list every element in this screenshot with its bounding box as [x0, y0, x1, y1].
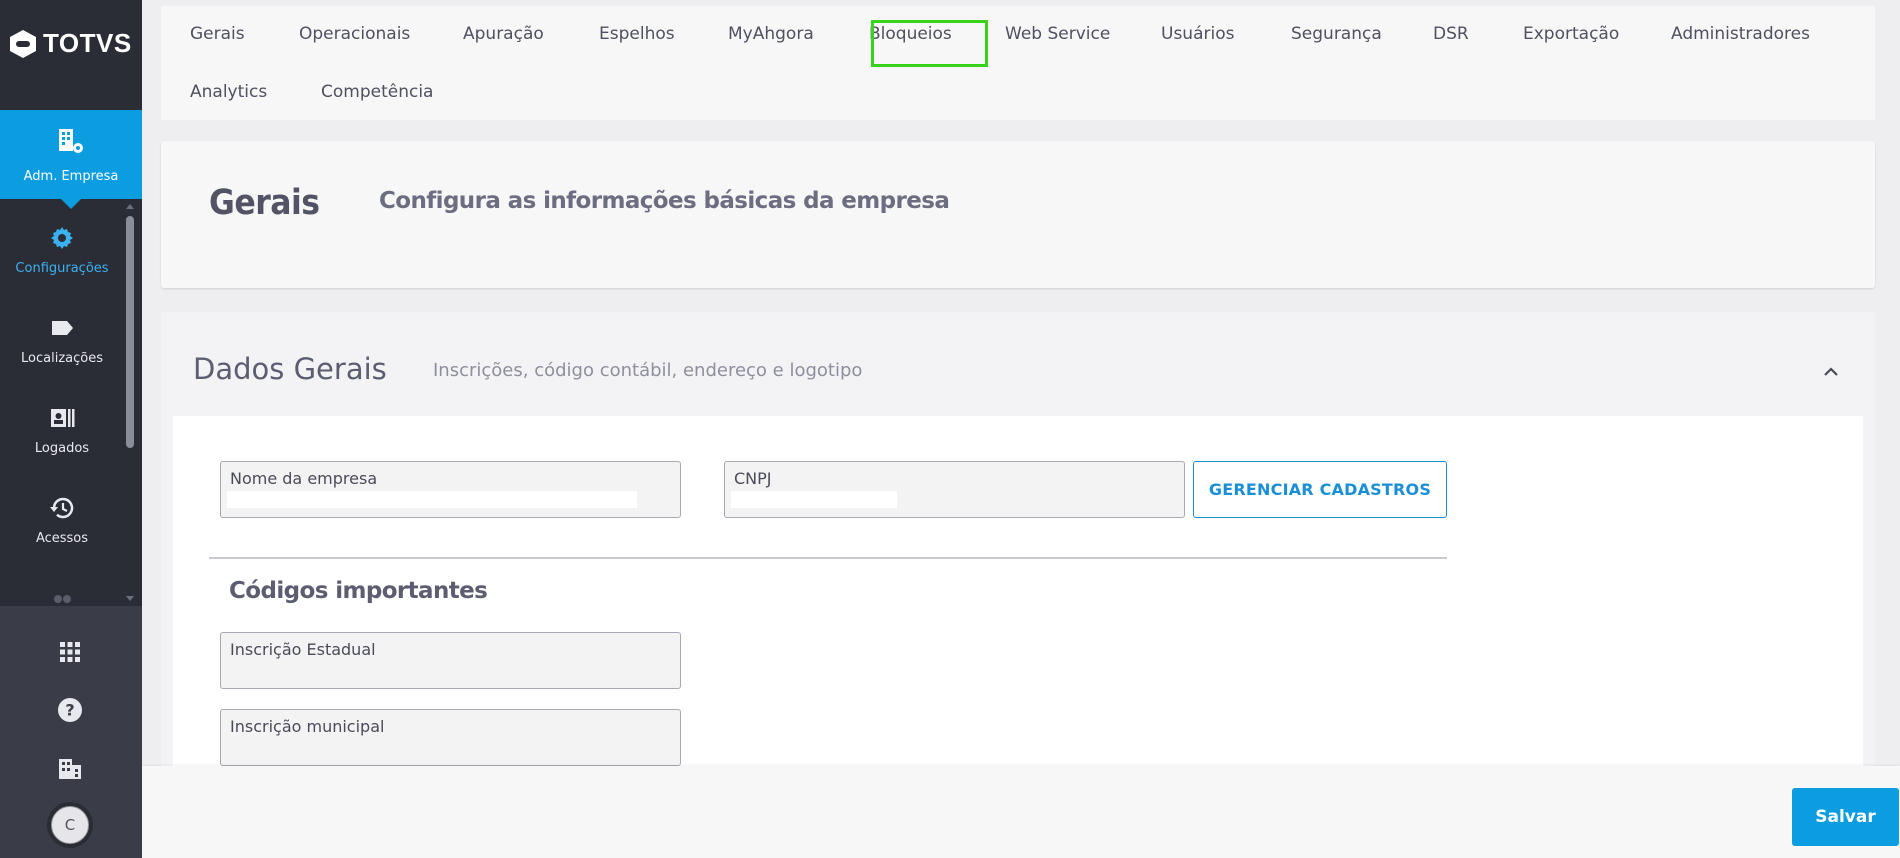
sidebar-item-users-partial[interactable]	[48, 590, 76, 604]
tab-exportacao[interactable]: Exportação	[1523, 24, 1619, 44]
sidebar-item-label: Localizações	[21, 351, 103, 366]
section-title: Dados Gerais	[193, 352, 387, 386]
page-header-card: Gerais Configura as informações básicas …	[161, 141, 1875, 288]
sidebar-item-logados[interactable]: Logados	[0, 404, 124, 456]
user-avatar[interactable]: C	[47, 802, 93, 848]
sidebar-item-localizacoes[interactable]: Localizações	[0, 314, 124, 366]
company-name-label: Nome da empresa	[230, 469, 378, 488]
tab-usuarios[interactable]: Usuários	[1161, 24, 1234, 44]
company-name-value	[227, 491, 637, 508]
chevron-up-icon[interactable]	[1821, 362, 1841, 382]
sidebar: TOTVS Adm. Empresa Configurações Localiz…	[0, 0, 142, 858]
tab-highlight-box	[871, 20, 988, 67]
municipal-registration-field[interactable]: Inscrição municipal	[220, 709, 681, 766]
sidebar-item-label: Configurações	[15, 261, 109, 276]
tab-gerais[interactable]: Gerais	[190, 24, 245, 44]
state-registration-field[interactable]: Inscrição Estadual	[220, 632, 681, 689]
users-icon	[54, 595, 71, 603]
sidebar-item-label: Acessos	[35, 531, 89, 546]
tab-espelhos[interactable]: Espelhos	[599, 24, 675, 44]
company-settings-icon	[59, 129, 83, 153]
tab-operacionais[interactable]: Operacionais	[299, 24, 410, 44]
company-button[interactable]	[54, 752, 86, 784]
page-subtitle: Configura as informações básicas da empr…	[379, 188, 950, 214]
totvs-logo[interactable]: TOTVS	[8, 28, 132, 59]
section-divider	[209, 557, 1447, 559]
tab-competencia[interactable]: Competência	[321, 82, 433, 102]
avatar-initial: C	[51, 806, 89, 844]
apps-grid-icon	[60, 642, 80, 662]
tab-seguranca[interactable]: Segurança	[1291, 24, 1382, 44]
sidebar-scrollbar[interactable]	[126, 216, 134, 448]
footer-bar	[142, 766, 1900, 858]
company-name-field[interactable]: Nome da empresa	[220, 461, 681, 518]
sidebar-item-label: Logados	[34, 441, 90, 456]
svg-text:?: ?	[65, 701, 74, 720]
cnpj-field[interactable]: CNPJ	[724, 461, 1185, 518]
active-caret	[61, 199, 81, 209]
tab-administradores[interactable]: Administradores	[1671, 24, 1810, 44]
id-card-icon	[51, 409, 75, 427]
tab-web-service[interactable]: Web Service	[1005, 24, 1110, 44]
tab-analytics[interactable]: Analytics	[190, 82, 267, 102]
help-icon: ?	[58, 698, 82, 722]
state-registration-label: Inscrição Estadual	[230, 640, 376, 659]
tag-icon	[52, 321, 73, 335]
logo-text: TOTVS	[43, 28, 132, 58]
settings-tabs: Gerais Operacionais Apuração Espelhos My…	[161, 6, 1875, 120]
totvs-logo-icon	[10, 29, 36, 58]
gear-icon	[51, 227, 73, 249]
page-title: Gerais	[209, 183, 320, 223]
help-button[interactable]: ?	[54, 694, 86, 726]
apps-button[interactable]	[54, 636, 86, 668]
sidebar-item-acessos[interactable]: Acessos	[0, 494, 124, 546]
building-icon	[59, 759, 81, 779]
history-icon	[50, 497, 74, 519]
sidebar-item-label: Adm. Empresa	[23, 169, 119, 184]
section-subtitle: Inscrições, código contábil, endereço e …	[433, 360, 863, 381]
municipal-registration-label: Inscrição municipal	[230, 717, 385, 736]
tab-dsr[interactable]: DSR	[1433, 24, 1469, 44]
tab-myahgora[interactable]: MyAhgora	[728, 24, 814, 44]
sidebar-item-configuracoes[interactable]: Configurações	[0, 224, 124, 276]
important-codes-title: Códigos importantes	[229, 578, 488, 604]
save-button[interactable]: Salvar	[1792, 788, 1899, 846]
cnpj-value	[731, 491, 897, 508]
sidebar-item-adm-empresa[interactable]: Adm. Empresa	[0, 110, 142, 199]
scroll-up-arrow[interactable]	[126, 204, 134, 209]
scroll-down-arrow[interactable]	[126, 596, 134, 601]
manage-registrations-button[interactable]: GERENCIAR CADASTROS	[1193, 461, 1447, 518]
tab-apuracao[interactable]: Apuração	[463, 24, 544, 44]
cnpj-label: CNPJ	[734, 469, 772, 488]
